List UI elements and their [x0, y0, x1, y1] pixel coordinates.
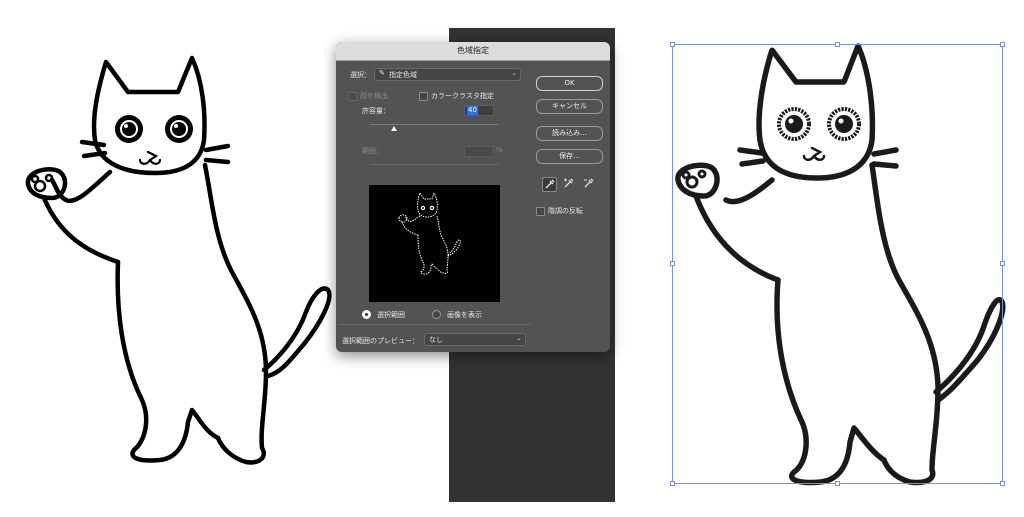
handle-top-left[interactable]	[670, 42, 675, 47]
cat-line-art-original	[25, 55, 332, 465]
chevron-down-icon: ⌄	[511, 69, 517, 77]
tolerance-slider-thumb[interactable]	[391, 126, 397, 131]
tolerance-field[interactable]: 40	[464, 105, 494, 116]
view-image-label: 画像を表示	[447, 311, 482, 319]
handle-middle-left[interactable]	[670, 261, 675, 266]
select-value: 指定色域	[389, 71, 417, 79]
detect-faces-label: 顔を検出	[360, 92, 388, 100]
invert-checkbox[interactable]	[536, 207, 545, 216]
cancel-button[interactable]: キャンセル	[536, 99, 603, 114]
eyedropper-small-icon: ✎	[379, 69, 385, 77]
handle-bottom-right[interactable]	[1000, 481, 1005, 486]
color-range-dialog: 色域指定 選択： ✎ 指定色域 ⌄ 顔を検出 カラークラスタ指定 許容量： 40…	[336, 42, 610, 352]
dialog-title: 色域指定	[457, 46, 489, 55]
cat-mask-preview	[398, 192, 461, 275]
load-button[interactable]: 読み込み...	[536, 126, 603, 141]
select-label: 選択：	[350, 71, 371, 79]
handle-middle-right[interactable]	[1000, 261, 1005, 266]
preview-value: なし	[429, 336, 443, 344]
selection-preview[interactable]	[369, 185, 500, 302]
chevron-down-icon: ⌄	[516, 334, 522, 342]
range-unit: %	[496, 146, 503, 154]
eyedropper-minus-icon[interactable]	[582, 177, 595, 190]
invert-label: 階調の反転	[548, 207, 583, 215]
range-field[interactable]	[464, 146, 494, 157]
tolerance-slider-track[interactable]	[370, 124, 498, 125]
handle-top-right[interactable]	[1000, 42, 1005, 47]
preview-dropdown[interactable]: なし ⌄	[424, 333, 526, 346]
detect-faces-checkbox[interactable]	[348, 92, 357, 101]
ok-button[interactable]: OK	[536, 76, 603, 91]
eyedropper-plus-icon[interactable]	[562, 177, 575, 190]
range-label: 範囲：	[362, 147, 383, 155]
dialog-titlebar[interactable]: 色域指定	[336, 42, 610, 61]
save-button[interactable]: 保存...	[536, 149, 603, 164]
transform-bounding-box[interactable]	[672, 44, 1003, 484]
preview-label: 選択範囲のプレビュー：	[342, 337, 419, 345]
color-cluster-label: カラークラスタ指定	[431, 92, 494, 100]
handle-bottom-center[interactable]	[835, 481, 840, 486]
range-slider-track[interactable]	[370, 164, 498, 165]
tolerance-label: 許容量：	[362, 107, 390, 115]
view-selection-radio[interactable]	[362, 310, 371, 319]
view-image-radio[interactable]	[432, 310, 441, 319]
select-dropdown[interactable]: ✎ 指定色域 ⌄	[374, 68, 521, 81]
color-cluster-checkbox[interactable]	[419, 92, 428, 101]
handle-top-center[interactable]	[835, 42, 840, 47]
divider	[340, 324, 530, 325]
eyedropper-icon[interactable]	[542, 177, 557, 192]
handle-bottom-left[interactable]	[670, 481, 675, 486]
view-selection-label: 選択範囲	[377, 311, 405, 319]
tolerance-value: 40	[467, 106, 478, 115]
